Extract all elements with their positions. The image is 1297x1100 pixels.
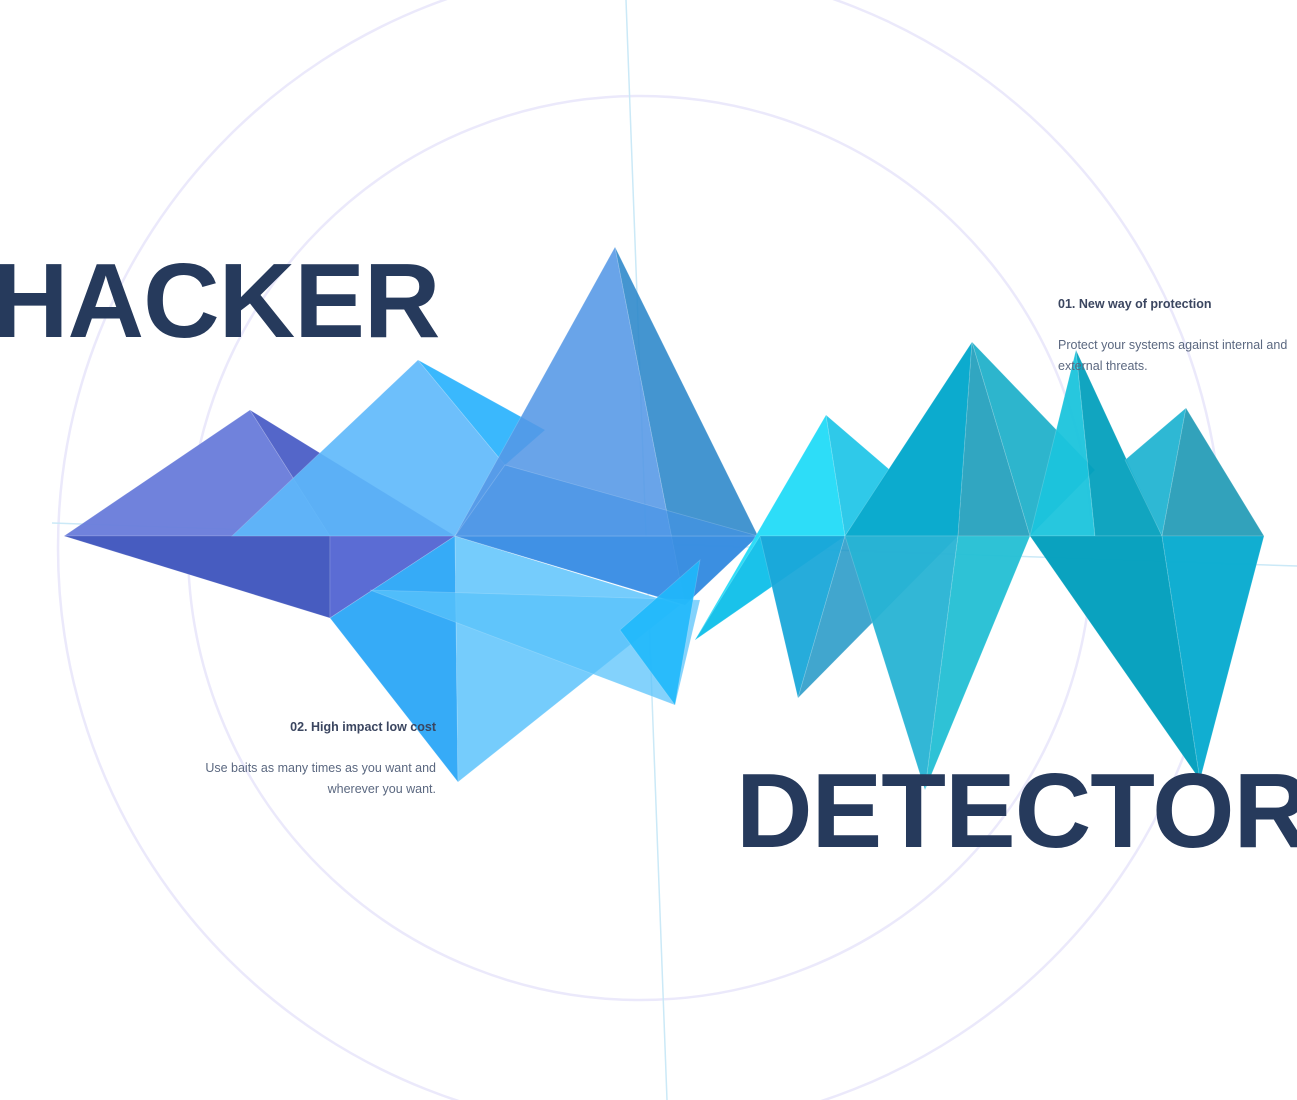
background-art <box>51 0 1297 1100</box>
feature-description: Use baits as many times as you want and … <box>205 761 436 796</box>
feature-new-protection: 01. New way of protection Protect your s… <box>1058 297 1297 377</box>
headline-hacker: HACKER <box>0 242 440 360</box>
headline-detector: DETECTOR <box>736 752 1297 870</box>
crystal-facet <box>844 340 973 537</box>
feature-title: 02. High impact low cost <box>290 720 436 734</box>
feature-title: 01. New way of protection <box>1058 297 1212 311</box>
feature-high-impact: 02. High impact low cost Use baits as ma… <box>190 720 436 800</box>
crystal-facet <box>63 535 331 619</box>
feature-description: Protect your systems against internal an… <box>1058 338 1288 373</box>
